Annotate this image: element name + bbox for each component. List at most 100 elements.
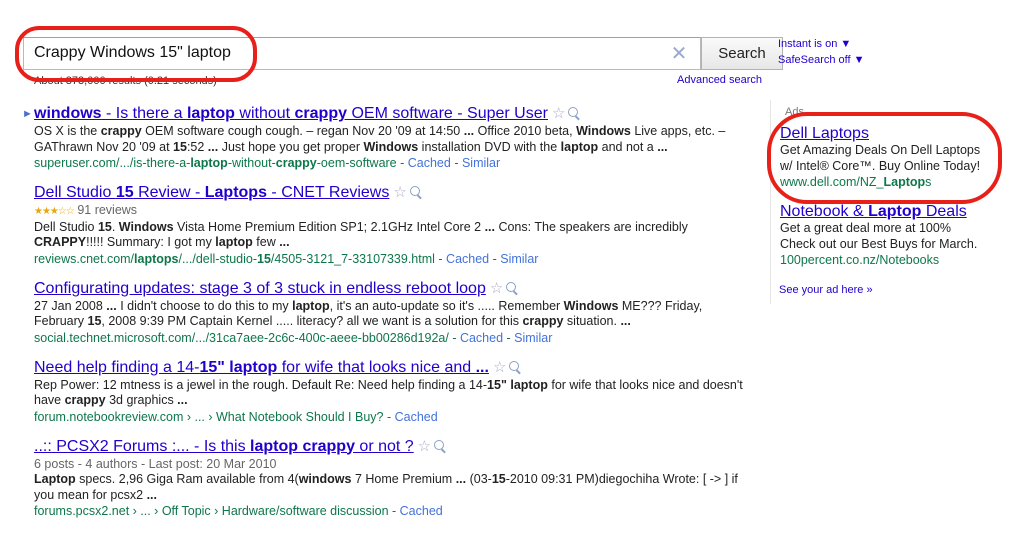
ad-text-line: Get a great deal more at 100% — [780, 221, 951, 235]
search-bar: ✕ Search — [23, 37, 783, 70]
highlight-term: Windows — [563, 298, 619, 313]
ad-text-line: w/ Intel® Core™. Buy Online Today! — [780, 158, 981, 173]
ad-title-link[interactable]: Notebook & Laptop Deals — [780, 203, 967, 220]
highlight-term: laptop — [250, 437, 299, 455]
ads-sidebar: Ads Dell Laptops Get Amazing Deals On Del… — [770, 100, 1021, 304]
highlight-term: 15 — [97, 219, 112, 234]
text-segment: s — [925, 175, 932, 189]
highlight-term: ... — [106, 298, 117, 313]
similar-link[interactable]: Similar — [500, 252, 538, 266]
text-segment: forums.pcsx2.net › ... › Off Topic › Har… — [34, 504, 389, 518]
result-title-link[interactable]: Dell Studio 15 Review - Laptops - CNET R… — [34, 184, 389, 201]
meta-text: 91 reviews — [77, 203, 138, 217]
text-segment: I didn't choose to do this to my — [116, 298, 293, 313]
highlight-term: ... — [455, 472, 467, 486]
result-url: superuser.com/.../is-there-a-laptop-with… — [34, 156, 397, 170]
result-title-link[interactable]: Need help finding a 14-15" laptop for wi… — [34, 359, 489, 376]
text-segment: , it's an auto-update so it's ..... Reme… — [329, 298, 564, 313]
highlight-term: crappy — [294, 105, 347, 122]
star-icon[interactable]: ☆ — [393, 184, 406, 201]
result-url-line: superuser.com/.../is-there-a-laptop-with… — [34, 156, 501, 170]
text-segment: www.dell.com/NZ_ — [780, 175, 884, 189]
text-segment: (03- — [466, 472, 492, 486]
result-title-link[interactable]: Configurating updates: stage 3 of 3 stuc… — [34, 280, 486, 297]
highlight-term: crappy — [275, 156, 317, 170]
advanced-search-link[interactable]: Advanced search — [677, 74, 762, 86]
text-segment: installation DVD with the — [418, 139, 561, 154]
highlight-term: windows — [298, 472, 352, 486]
highlight-term: ... — [475, 358, 489, 376]
similar-link[interactable]: Similar — [514, 331, 552, 345]
cached-link[interactable]: Cached — [400, 504, 443, 518]
similar-link[interactable]: Similar — [462, 156, 500, 170]
star-icon[interactable]: ☆ — [493, 359, 506, 376]
text-segment: Need help finding a 14- — [34, 358, 200, 376]
see-your-ad-link[interactable]: See your ad here » — [779, 284, 873, 296]
result-heading: Need help finding a 14-15" laptop for wi… — [34, 358, 754, 378]
search-result: ► windows - Is there a laptop without cra… — [22, 104, 754, 171]
text-segment: OEM software - Super User — [347, 105, 548, 122]
text-segment: Deals — [921, 203, 967, 220]
ad-title-link[interactable]: Dell Laptops — [780, 125, 869, 142]
ads-label: Ads — [785, 106, 804, 118]
highlight-term: ... — [279, 235, 290, 249]
highlight-term: ... — [657, 139, 668, 154]
search-box[interactable]: ✕ — [23, 37, 701, 70]
result-title-link[interactable]: ..:: PCSX2 Forums :... - Is this laptop … — [34, 438, 414, 455]
highlight-term: ... — [177, 393, 188, 407]
text-segment: reviews.cnet.com/ — [34, 251, 135, 266]
highlight-term: laptop — [215, 235, 253, 249]
highlight-term: 15" — [487, 377, 507, 392]
clear-icon[interactable]: ✕ — [668, 41, 690, 66]
search-result: Dell Studio 15 Review - Laptops - CNET R… — [34, 183, 754, 267]
text-segment: :52 — [186, 139, 208, 154]
text-segment: superuser.com/.../is-there-a- — [34, 156, 191, 170]
star-icon[interactable]: ☆ — [490, 280, 503, 297]
selected-result-arrow-icon: ► — [22, 108, 33, 120]
text-segment: forum.notebookreview.com › ... › What No… — [34, 409, 384, 424]
text-segment: - CNET Reviews — [266, 184, 390, 201]
text-segment: specs. 2,96 Giga Ram available from 4( — [75, 472, 299, 486]
highlight-term: CRAPPY — [34, 235, 87, 249]
instant-toggle[interactable]: Instant is on ▼ — [778, 38, 851, 50]
text-segment: social.technet.microsoft.com/.../31ca7ae… — [34, 330, 449, 345]
text-segment: OEM software cough cough. – regan Nov 20… — [141, 124, 464, 138]
magnifier-preview-icon[interactable] — [509, 360, 520, 371]
search-input[interactable] — [34, 42, 654, 64]
magnifier-preview-icon[interactable] — [506, 281, 517, 292]
highlight-term: laptop — [292, 298, 330, 313]
cached-link[interactable]: Cached — [408, 156, 451, 170]
highlight-term: 15 — [115, 184, 134, 201]
result-snippet: 27 Jan 2008 ... I didn't choose to do th… — [34, 299, 754, 330]
meta-text: 6 posts - 4 authors - Last post: 20 Mar … — [34, 456, 277, 471]
cached-link[interactable]: Cached — [446, 252, 489, 266]
result-heading: ..:: PCSX2 Forums :... - Is this laptop … — [34, 437, 754, 457]
search-button[interactable]: Search — [701, 37, 783, 70]
star-icon[interactable]: ☆ — [552, 105, 565, 122]
magnifier-preview-icon[interactable] — [568, 107, 579, 117]
result-stats: About 373,000 results (0.21 seconds) — [34, 75, 217, 87]
highlight-term: 15 — [491, 472, 506, 486]
text-segment: few — [252, 235, 280, 249]
highlight-term: ... — [207, 139, 219, 154]
text-segment: 100percent.co.nz/Notebooks — [780, 253, 940, 267]
result-url: forum.notebookreview.com › ... › What No… — [34, 410, 383, 424]
highlight-term: 15 — [257, 251, 271, 266]
magnifier-preview-icon[interactable] — [434, 439, 445, 450]
highlight-term: Laptop — [868, 203, 922, 220]
highlight-term: Windows — [118, 219, 174, 234]
star-icon[interactable]: ☆ — [418, 438, 431, 455]
cached-link[interactable]: Cached — [460, 331, 503, 345]
text-segment: Dell Laptops — [780, 125, 869, 142]
highlight-term: ... — [146, 487, 157, 502]
cached-link[interactable]: Cached — [395, 410, 438, 424]
text-segment: or not ? — [354, 437, 414, 455]
search-result: Configurating updates: stage 3 of 3 stuc… — [34, 279, 754, 346]
magnifier-preview-icon[interactable] — [409, 186, 420, 196]
text-segment: Rep Power: 12 mtness is a jewel in the r… — [34, 377, 488, 392]
result-title-link[interactable]: windows - Is there a laptop without crap… — [34, 105, 548, 122]
safesearch-toggle[interactable]: SafeSearch off ▼ — [778, 54, 865, 66]
highlight-term: Laptops — [204, 184, 267, 201]
rating-stars-icon: ★★★☆☆ — [34, 206, 75, 217]
highlight-term: laptop — [190, 156, 228, 170]
